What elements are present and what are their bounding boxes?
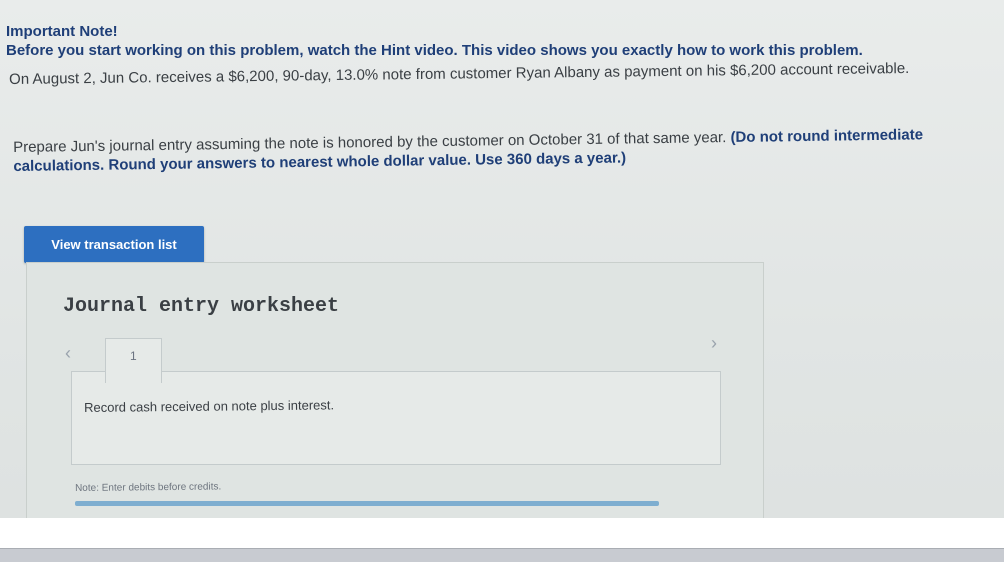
note-heading: Important Note! [6,23,118,40]
important-note: Important Note! Before you start working… [6,22,996,60]
debits-credits-note: Note: Enter debits before credits. [75,481,222,494]
bottom-bar [0,548,1004,562]
note-body: Before you start working on this problem… [6,42,863,59]
page: Important Note! Before you start working… [0,0,1004,562]
chevron-left-icon[interactable]: ‹ [65,343,71,364]
tab-entry-1[interactable]: 1 [105,338,162,383]
white-divider [0,518,1004,548]
tab-label: 1 [130,349,137,363]
progress-divider [75,501,659,506]
worksheet-title: Journal entry worksheet [63,295,340,318]
journal-entry-worksheet: Journal entry worksheet ‹ › 1 Record cas… [26,262,764,520]
entry-description: Record cash received on note plus intere… [84,397,335,415]
view-transaction-list-button[interactable]: View transaction list [24,226,204,263]
entry-panel: Record cash received on note plus intere… [71,371,721,465]
chevron-right-icon[interactable]: › [711,333,717,354]
instructions: Prepare Jun's journal entry assuming the… [13,124,988,176]
problem-statement: On August 2, Jun Co. receives a $6,200, … [9,60,910,88]
